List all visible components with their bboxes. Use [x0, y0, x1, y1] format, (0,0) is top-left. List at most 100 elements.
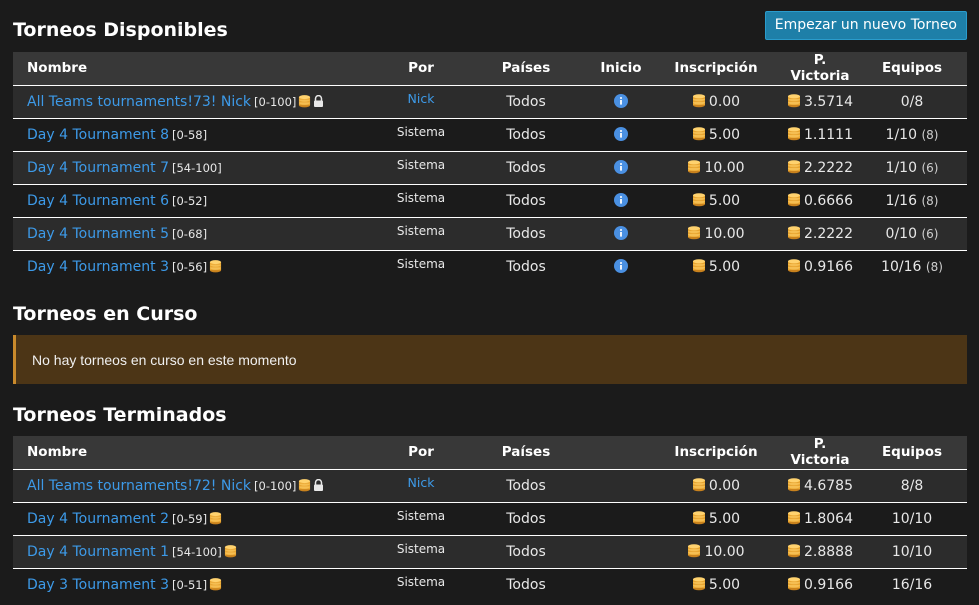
win-value: 0.9166 — [804, 576, 853, 593]
table-row: Day 4 Tournament 1 [54-100] Sistema Todos 10… — [13, 535, 967, 568]
cell-fee: 10.00 — [649, 151, 783, 184]
tournament-link[interactable]: Day 4 Tournament 6 — [27, 193, 169, 209]
level-range: [0-100] — [254, 94, 297, 109]
info-icon[interactable] — [614, 225, 628, 240]
table-row: Day 4 Tournament 8 [0-58] Sistema Todos 5.00… — [13, 118, 967, 151]
coins-icon — [787, 576, 801, 591]
cell-start — [593, 118, 649, 151]
col-teams-header[interactable]: Equipos — [857, 52, 967, 85]
teams-value: 0/8 — [900, 93, 924, 110]
cell-teams: 1/10 (6) — [857, 151, 967, 184]
tournament-link[interactable]: Day 4 Tournament 7 — [27, 160, 169, 176]
col-fee-header[interactable]: Inscripción — [649, 436, 783, 469]
cell-countries: Todos — [506, 477, 546, 494]
cell-start — [593, 568, 649, 601]
cell-teams: 8/8 — [857, 469, 967, 502]
cell-teams: 1/10 (8) — [857, 118, 967, 151]
col-name-header[interactable]: Nombre — [13, 52, 383, 85]
cell-win: 0.6666 — [783, 184, 857, 217]
coins-icon — [209, 259, 222, 273]
creator-label: Sistema — [396, 124, 446, 139]
col-countries-header[interactable]: Países — [459, 52, 593, 85]
coins-icon — [787, 159, 801, 174]
coins-icon — [692, 477, 706, 492]
teams-value: 10/16 — [881, 258, 922, 275]
cell-by: Nick — [383, 85, 459, 118]
info-icon[interactable] — [614, 93, 628, 108]
col-fee-header[interactable]: Inscripción — [649, 52, 783, 85]
cell-name: Day 4 Tournament 6 [0-52] — [13, 184, 383, 217]
cell-name: Day 4 Tournament 5 [0-68] — [13, 217, 383, 250]
info-icon[interactable] — [614, 258, 628, 273]
teams-extra: (8) — [921, 127, 939, 142]
fee-value: 5.00 — [708, 192, 741, 209]
tournament-link[interactable]: Day 4 Tournament 2 — [27, 511, 169, 527]
level-range: [0-68] — [172, 226, 208, 241]
teams-extra: (6) — [921, 226, 939, 241]
lock-icon — [313, 478, 324, 491]
finished-header-bar: Torneos Terminados — [13, 384, 967, 436]
cell-fee: 5.00 — [649, 568, 783, 601]
win-value: 0.9166 — [804, 258, 853, 275]
win-value: 1.1111 — [804, 126, 853, 143]
creator-link[interactable]: Nick — [408, 91, 435, 106]
coins-icon — [692, 93, 706, 108]
new-tournament-button[interactable]: Empezar un nuevo Torneo — [764, 11, 967, 40]
coins-icon — [692, 576, 706, 591]
teams-value: 1/16 — [885, 192, 917, 209]
cell-name: Day 4 Tournament 8 [0-58] — [13, 118, 383, 151]
creator-label: Sistema — [396, 157, 446, 172]
cell-win: 1.1111 — [783, 118, 857, 151]
cell-teams: 10/16 (8) — [857, 250, 967, 283]
cell-win: 2.2222 — [783, 217, 857, 250]
col-start-header[interactable]: Inicio — [593, 52, 649, 85]
table-row: All Teams tournaments!72! Nick [0-100] Nic… — [13, 469, 967, 502]
col-by-header[interactable]: Por — [383, 52, 459, 85]
col-by-header[interactable]: Por — [383, 436, 459, 469]
tournament-link[interactable]: Day 4 Tournament 8 — [27, 127, 169, 143]
col-countries-header[interactable]: Países — [459, 436, 593, 469]
cell-name: Day 4 Tournament 7 [54-100] — [13, 151, 383, 184]
tournament-link[interactable]: Day 4 Tournament 5 — [27, 226, 169, 242]
cell-by: Nick — [383, 469, 459, 502]
level-range: [0-58] — [172, 127, 208, 142]
col-name-header[interactable]: Nombre — [13, 436, 383, 469]
tournament-link[interactable]: All Teams tournaments!73! Nick — [27, 94, 251, 110]
coins-icon — [298, 94, 311, 108]
creator-link[interactable]: Nick — [408, 475, 435, 490]
table-row: Day 4 Tournament 5 [0-68] Sistema Todos 10.0… — [13, 217, 967, 250]
cell-countries: Todos — [506, 225, 546, 242]
creator-label: Sistema — [396, 574, 446, 589]
teams-value: 10/10 — [891, 510, 933, 527]
cell-by: Sistema — [383, 502, 459, 535]
cell-start — [593, 217, 649, 250]
tournament-link[interactable]: All Teams tournaments!72! Nick — [27, 478, 251, 494]
col-teams-header[interactable]: Equipos — [857, 436, 967, 469]
cell-countries: Todos — [506, 576, 546, 593]
win-value: 2.2222 — [804, 225, 853, 242]
col-win-header[interactable]: P. Victoria — [783, 436, 857, 469]
fee-value: 0.00 — [708, 93, 741, 110]
cell-fee: 0.00 — [649, 469, 783, 502]
cell-name: Day 3 Tournament 3 [0-51] — [13, 568, 383, 601]
win-value: 3.5714 — [804, 93, 853, 110]
fee-value: 5.00 — [708, 510, 741, 527]
cell-start — [593, 250, 649, 283]
cell-teams: 16/16 — [857, 568, 967, 601]
coins-icon — [209, 511, 222, 525]
cell-fee: 5.00 — [649, 118, 783, 151]
level-range: [54-100] — [172, 544, 222, 559]
cell-fee: 10.00 — [649, 217, 783, 250]
info-icon[interactable] — [614, 126, 628, 141]
tournament-link[interactable]: Day 4 Tournament 3 — [27, 259, 169, 275]
creator-label: Sistema — [396, 541, 446, 556]
tournament-link[interactable]: Day 4 Tournament 1 — [27, 544, 169, 560]
coins-icon — [692, 192, 706, 207]
cell-countries: Todos — [506, 159, 546, 176]
col-win-header[interactable]: P. Victoria — [783, 52, 857, 85]
info-icon[interactable] — [614, 192, 628, 207]
tournament-link[interactable]: Day 3 Tournament 3 — [27, 577, 169, 593]
cell-teams: 0/10 (6) — [857, 217, 967, 250]
info-icon[interactable] — [614, 159, 628, 174]
cell-start — [593, 85, 649, 118]
